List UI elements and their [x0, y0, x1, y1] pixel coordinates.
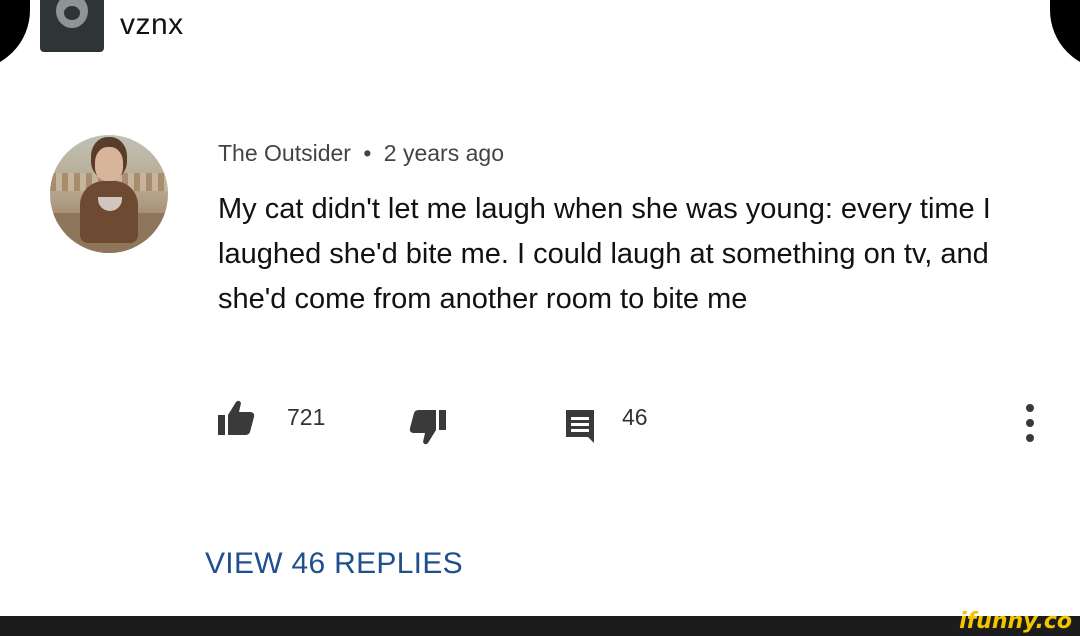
poster-avatar-face [56, 0, 88, 28]
meta-separator: • [363, 140, 372, 166]
ifunny-watermark: ifunny.co [959, 609, 1072, 634]
comment-body: My cat didn't let me laugh when she was … [218, 193, 991, 315]
more-vertical-icon[interactable] [1020, 402, 1040, 444]
comment-author-avatar[interactable] [50, 135, 168, 253]
comment-icon[interactable] [562, 407, 598, 443]
comment-author-name[interactable]: The Outsider [218, 140, 351, 166]
avatar-figure-body [80, 181, 138, 243]
view-replies-button[interactable]: VIEW 46 REPLIES [205, 547, 463, 581]
poster-avatar[interactable] [40, 0, 104, 52]
thumbs-up-icon[interactable] [216, 397, 256, 437]
watermark-bar [0, 616, 1080, 636]
corner-shadow-right [1050, 0, 1080, 70]
reply-count: 46 [622, 404, 648, 430]
avatar-figure-head [95, 147, 123, 181]
like-count: 721 [287, 404, 326, 430]
poster-username[interactable]: vznx [120, 8, 184, 42]
thumbs-down-icon[interactable] [408, 408, 448, 448]
comment-meta: The Outsider • 2 years ago [218, 140, 504, 167]
corner-shadow-left [0, 0, 30, 70]
comment-timestamp[interactable]: 2 years ago [384, 140, 504, 166]
